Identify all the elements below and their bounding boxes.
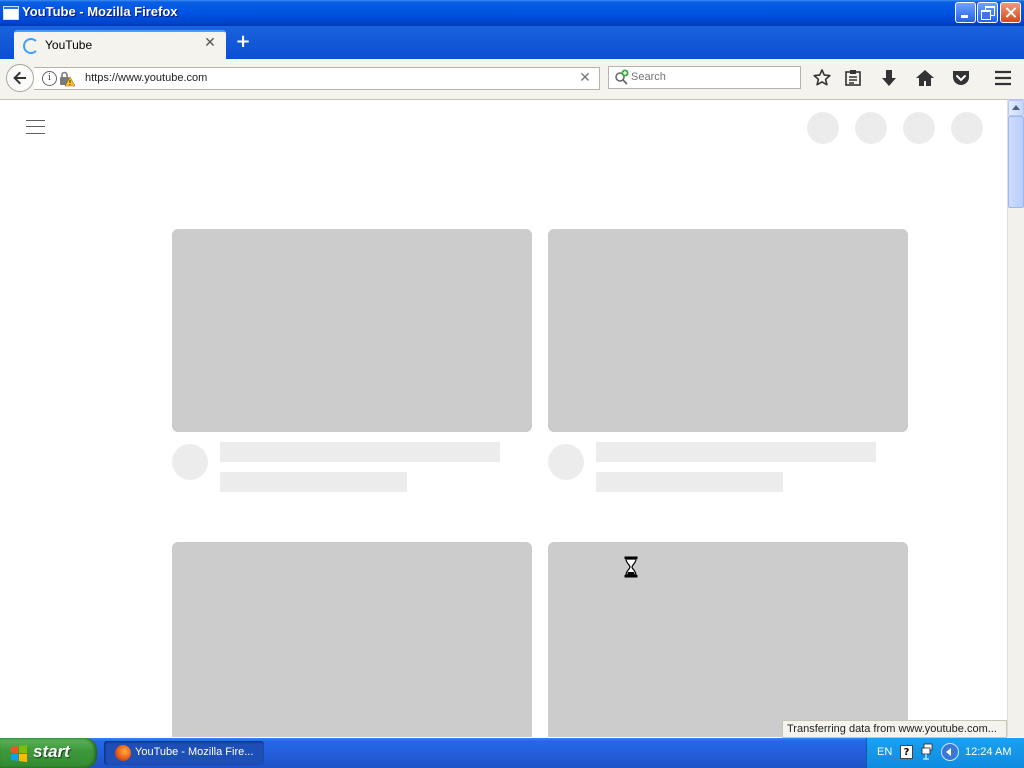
- taskbar-item-label: YouTube - Mozilla Fire...: [135, 746, 254, 758]
- help-icon[interactable]: ?: [900, 745, 913, 759]
- video-thumbnail-placeholder: [172, 229, 532, 432]
- system-tray: EN ? 12:24 AM: [866, 738, 1024, 768]
- header-placeholder-circle: [951, 112, 983, 144]
- download-arrow-icon[interactable]: [879, 68, 899, 88]
- info-icon[interactable]: i: [42, 71, 57, 86]
- channel-avatar-placeholder: [172, 444, 208, 480]
- header-placeholder-circle: [807, 112, 839, 144]
- page-viewport[interactable]: [0, 100, 1007, 737]
- clipboard-icon[interactable]: [843, 68, 863, 88]
- insecure-lock-icon[interactable]: [59, 71, 75, 87]
- pocket-icon[interactable]: [951, 68, 971, 88]
- new-tab-button[interactable]: +: [234, 33, 252, 51]
- back-button[interactable]: [6, 64, 34, 92]
- vertical-scrollbar[interactable]: [1007, 100, 1024, 737]
- tab-label: YouTube: [45, 38, 93, 52]
- restore-button[interactable]: [977, 2, 998, 23]
- tab-youtube[interactable]: YouTube ✕: [14, 30, 226, 59]
- search-icon[interactable]: [614, 69, 630, 85]
- hourglass-cursor-icon: [624, 556, 638, 578]
- taskbar-item-firefox[interactable]: YouTube - Mozilla Fire...: [104, 741, 264, 765]
- video-thumbnail-placeholder: [548, 229, 908, 432]
- clear-url-icon[interactable]: ✕: [577, 70, 593, 86]
- video-meta-placeholder: [220, 472, 407, 492]
- hamburger-icon[interactable]: [993, 68, 1013, 88]
- network-icon[interactable]: [921, 743, 933, 761]
- minimize-button[interactable]: [955, 2, 976, 23]
- home-icon[interactable]: [915, 68, 935, 88]
- video-thumbnail-placeholder: [548, 542, 908, 737]
- window-title: YouTube - Mozilla Firefox: [22, 4, 178, 19]
- window-app-icon: [3, 6, 19, 20]
- tray-expand-icon[interactable]: [941, 743, 959, 761]
- video-thumbnail-placeholder: [172, 542, 532, 737]
- search-bar[interactable]: [608, 66, 801, 89]
- windows-logo-icon: [11, 745, 27, 762]
- language-indicator[interactable]: EN: [877, 746, 892, 758]
- navigation-toolbar: i https://www.youtube.com ✕: [0, 59, 1024, 100]
- start-label: start: [33, 742, 70, 761]
- header-placeholder-circle: [903, 112, 935, 144]
- video-title-placeholder: [596, 442, 876, 462]
- start-button[interactable]: start: [0, 738, 97, 768]
- tab-close-icon[interactable]: ✕: [203, 36, 217, 50]
- header-placeholder-circle: [855, 112, 887, 144]
- video-title-placeholder: [220, 442, 500, 462]
- back-arrow-icon: [13, 71, 26, 85]
- loading-spinner-icon: [23, 38, 39, 54]
- star-icon[interactable]: [812, 68, 832, 88]
- scroll-up-button[interactable]: [1008, 100, 1024, 116]
- guide-menu-icon[interactable]: [26, 119, 46, 135]
- search-input[interactable]: [631, 69, 791, 85]
- url-text: https://www.youtube.com: [85, 72, 208, 84]
- firefox-icon: [115, 745, 131, 761]
- channel-avatar-placeholder: [548, 444, 584, 480]
- status-panel: Transferring data from www.youtube.com..…: [782, 720, 1007, 738]
- window-title-bar[interactable]: YouTube - Mozilla Firefox: [0, 0, 1024, 26]
- taskbar: start YouTube - Mozilla Fire... EN ? 12:…: [0, 738, 1024, 768]
- close-window-button[interactable]: [1000, 2, 1021, 23]
- scroll-thumb[interactable]: [1008, 116, 1024, 208]
- url-bar[interactable]: i https://www.youtube.com ✕: [34, 67, 600, 90]
- clock: 12:24 AM: [965, 746, 1012, 758]
- video-meta-placeholder: [596, 472, 783, 492]
